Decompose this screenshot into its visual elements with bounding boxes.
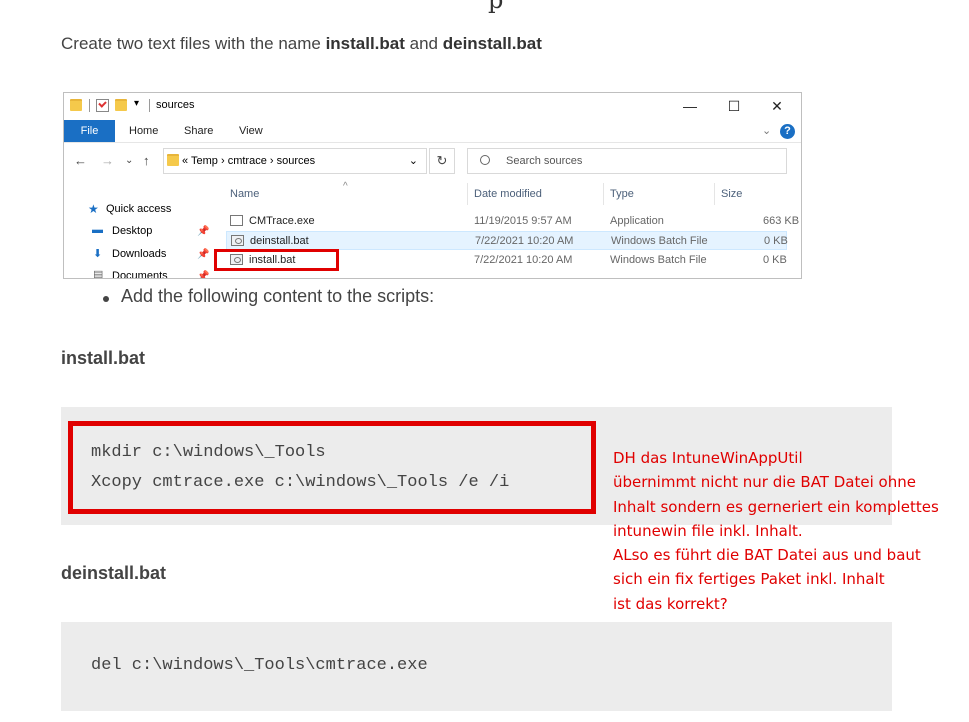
title-bar: ▾ sources — ☐ ✕	[64, 93, 801, 119]
file-size: 0 KB	[764, 235, 788, 247]
intro-file-install: install.bat	[325, 34, 405, 53]
expand-ribbon-icon[interactable]: ⌄	[762, 120, 771, 142]
breadcrumb-separator: ›	[269, 155, 274, 167]
breadcrumb-separator: ›	[220, 155, 225, 167]
batch-file-icon	[231, 235, 244, 246]
code-block-deinstall: del c:\windows\_Tools\cmtrace.exe	[61, 622, 892, 711]
bullet-text: Add the following content to the scripts…	[121, 286, 435, 306]
file-type: Application	[610, 215, 664, 227]
deinstall-heading: deinstall.bat	[61, 563, 167, 583]
desktop-icon: ▬	[92, 224, 103, 236]
heading-fragment: p	[488, 0, 504, 14]
column-header-size[interactable]: Size	[721, 188, 742, 200]
up-icon[interactable]: ↑	[143, 153, 150, 168]
sidebar-item-label: Downloads	[112, 248, 167, 260]
breadcrumb-overflow[interactable]: «	[182, 155, 188, 167]
separator	[149, 99, 150, 112]
file-size: 0 KB	[763, 254, 787, 266]
intro-mid: and	[404, 34, 443, 53]
sort-indicator-icon: ^	[343, 181, 348, 192]
column-header-name[interactable]: Name	[230, 188, 259, 200]
new-folder-icon[interactable]	[115, 99, 127, 112]
pin-icon[interactable]: 📌	[197, 249, 209, 260]
ribbon-tabs: File Home Share View ⌄ ?	[64, 120, 801, 143]
maximize-button[interactable]: ☐	[714, 95, 754, 117]
file-date: 7/22/2021 10:20 AM	[474, 254, 573, 266]
address-dropdown-icon[interactable]: ⌄	[409, 154, 418, 167]
file-name: CMTrace.exe	[249, 215, 315, 227]
window-title: sources	[156, 99, 195, 111]
file-date: 7/22/2021 10:20 AM	[475, 235, 574, 247]
star-icon: ★	[88, 202, 99, 216]
minimize-button[interactable]: —	[670, 95, 710, 117]
column-divider[interactable]	[603, 183, 604, 205]
file-type: Windows Batch File	[610, 254, 707, 266]
refresh-icon[interactable]: ↻	[429, 148, 455, 174]
breadcrumb: « Temp › cmtrace › sources	[182, 155, 315, 167]
tab-share[interactable]: Share	[184, 120, 213, 142]
downloads-icon: ⬇	[93, 248, 103, 260]
pin-icon[interactable]: 📌	[197, 271, 209, 278]
tab-view[interactable]: View	[239, 120, 263, 142]
file-row[interactable]: CMTrace.exe 11/19/2015 9:57 AM Applicati…	[226, 212, 799, 231]
file-type: Windows Batch File	[611, 235, 708, 247]
back-icon[interactable]: ←	[74, 153, 87, 168]
close-button[interactable]: ✕	[757, 95, 797, 117]
column-header-date[interactable]: Date modified	[474, 188, 542, 200]
separator	[89, 99, 90, 112]
column-divider[interactable]	[714, 183, 715, 205]
sidebar-item-label: Desktop	[112, 225, 153, 237]
sidebar-item-label: Documents	[112, 270, 168, 279]
recent-locations-icon[interactable]: ⌄	[125, 155, 133, 166]
help-icon[interactable]: ?	[780, 124, 795, 139]
documents-icon: ▤	[93, 269, 104, 279]
file-row[interactable]: deinstall.bat 7/22/2021 10:20 AM Windows…	[226, 231, 788, 250]
address-bar[interactable]: « Temp › cmtrace › sources ⌄	[163, 148, 427, 174]
customize-toolbar-icon[interactable]: ▾	[134, 98, 139, 111]
highlight-box-install-file	[214, 249, 339, 271]
install-heading: install.bat	[61, 348, 146, 368]
forward-icon[interactable]: →	[101, 153, 114, 168]
file-name: deinstall.bat	[250, 235, 309, 247]
folder-icon	[70, 99, 82, 112]
intro-prefix: Create two text files with the name	[61, 34, 326, 53]
file-explorer-window: ▾ sources — ☐ ✕ File Home Share View ⌄ ?…	[63, 92, 802, 279]
file-date: 11/19/2015 9:57 AM	[474, 215, 572, 227]
column-divider[interactable]	[467, 183, 468, 205]
search-placeholder: Search sources	[506, 155, 583, 167]
code-line: del c:\windows\_Tools\cmtrace.exe	[91, 656, 428, 675]
folder-icon	[167, 154, 179, 169]
column-header-type[interactable]: Type	[610, 188, 634, 200]
search-icon	[480, 155, 490, 165]
breadcrumb-item[interactable]: sources	[277, 155, 316, 167]
navigation-bar: ← → ⌄ ↑ « Temp › cmtrace › sources ⌄ ↻ S…	[64, 147, 801, 175]
intro-text: Create two text files with the name inst…	[61, 34, 542, 54]
properties-icon[interactable]	[96, 99, 109, 112]
file-size: 663 KB	[763, 215, 800, 227]
highlight-box-code	[68, 421, 596, 514]
breadcrumb-item[interactable]: Temp	[191, 155, 218, 167]
list-item: Add the following content to the scripts…	[103, 286, 434, 307]
application-icon	[230, 215, 243, 226]
search-input[interactable]: Search sources	[467, 148, 787, 174]
annotation-note: DH das IntuneWinAppUtil übernimmt nicht …	[613, 449, 939, 613]
pin-icon[interactable]: 📌	[197, 226, 209, 237]
tab-file[interactable]: File	[64, 120, 115, 142]
tab-home[interactable]: Home	[129, 120, 158, 142]
breadcrumb-item[interactable]: cmtrace	[228, 155, 267, 167]
sidebar-item-label: Quick access	[106, 203, 172, 215]
intro-file-deinstall: deinstall.bat	[442, 34, 542, 53]
